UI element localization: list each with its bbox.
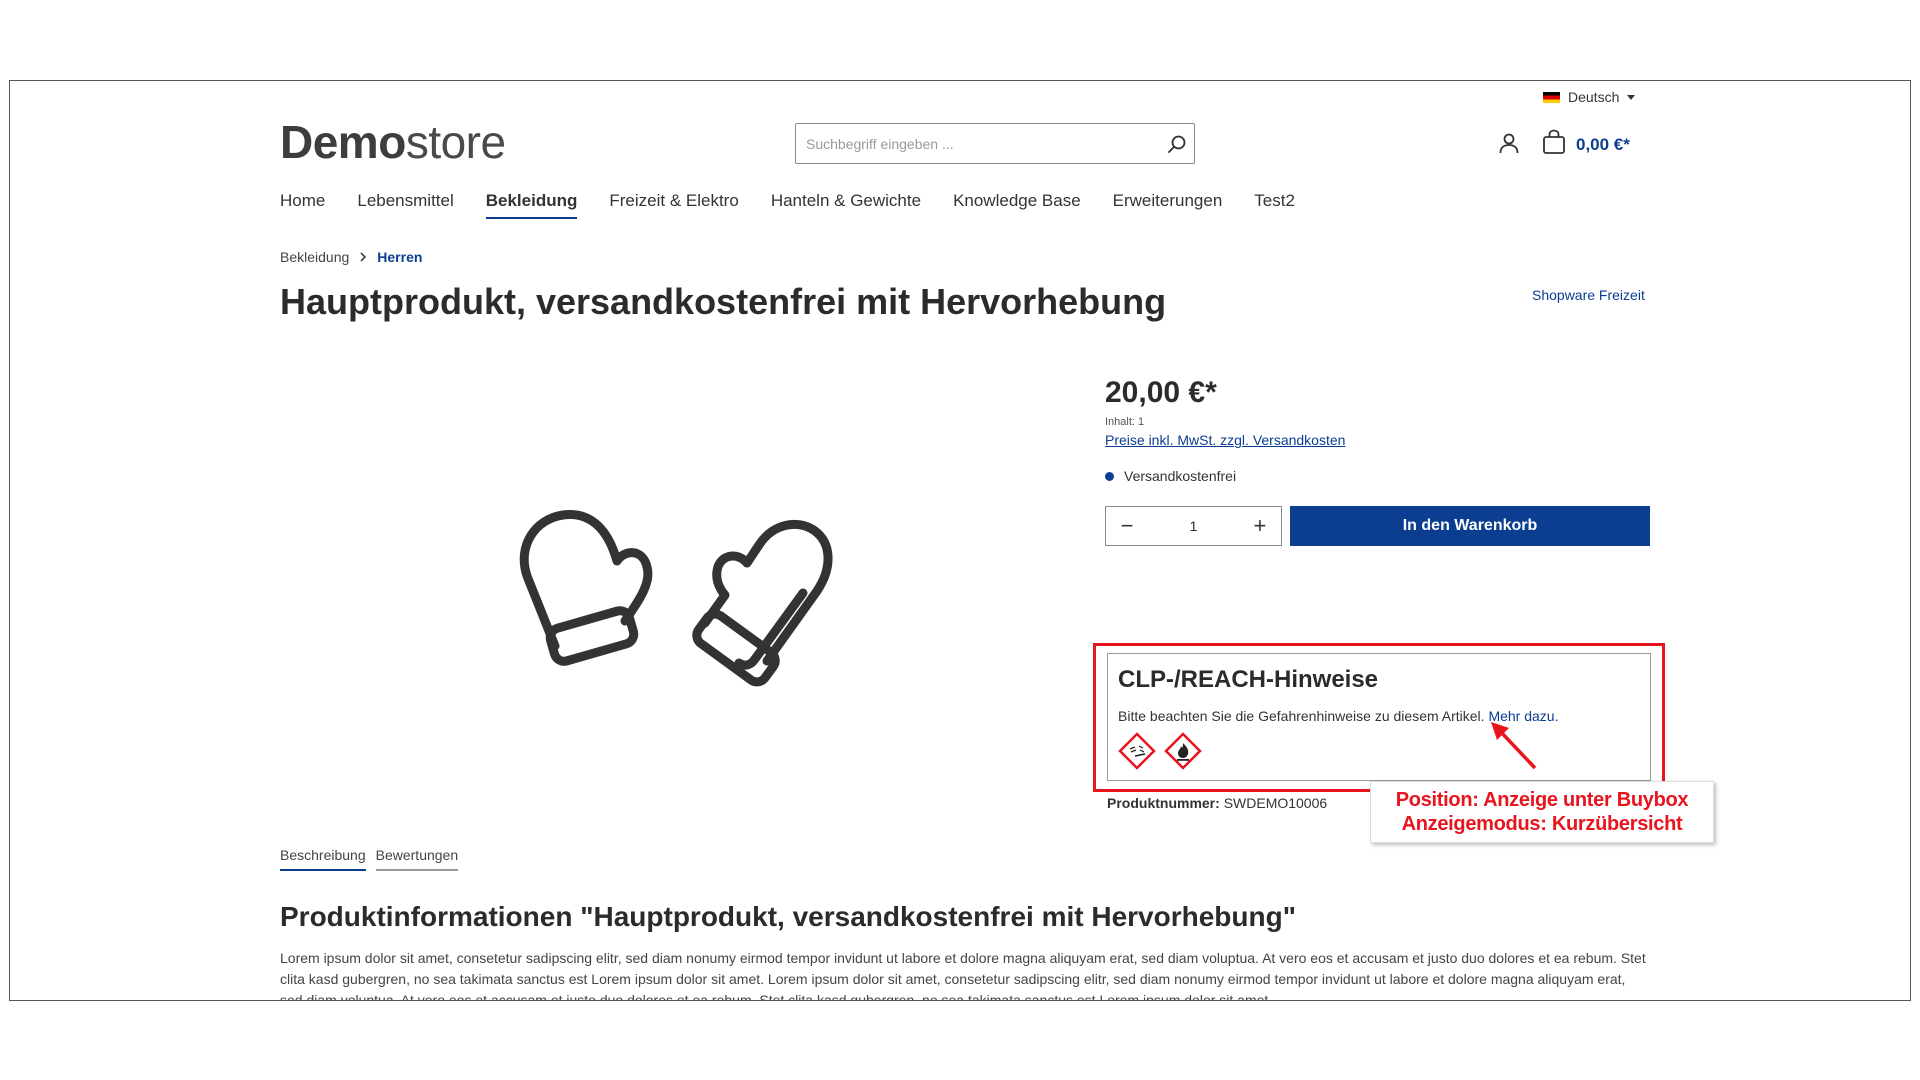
cart-icon [1542, 129, 1566, 160]
delivery-info: Versandkostenfrei [1105, 468, 1650, 484]
search-box [795, 123, 1195, 164]
german-flag-icon [1543, 91, 1560, 103]
product-tabs: Beschreibung Bewertungen [280, 847, 459, 871]
tax-shipping-link[interactable]: Preise inkl. MwSt. zzgl. Versandkosten [1105, 432, 1650, 448]
product-image[interactable] [515, 491, 835, 691]
nav-item-lebensmittel[interactable]: Lebensmittel [357, 191, 453, 219]
search-input[interactable] [796, 124, 1160, 163]
language-switcher[interactable]: Deutsch [1543, 89, 1636, 105]
description-text: Lorem ipsum dolor sit amet, consetetur s… [280, 950, 1646, 1001]
product-price: 20,00 €* [1105, 376, 1217, 409]
description-title: Produktinformationen "Hauptprodukt, vers… [280, 901, 1296, 932]
nav-item-bekleidung[interactable]: Bekleidung [485, 191, 578, 219]
add-to-cart-button[interactable]: In den Warenkorb [1290, 506, 1650, 546]
annotation-line-1: Position: Anzeige unter Buybox [1395, 789, 1689, 811]
account-icon[interactable] [1497, 131, 1521, 155]
quantity-value[interactable]: 1 [1190, 518, 1198, 534]
buy-row: − 1 + In den Warenkorb [1105, 506, 1650, 546]
buybox: 20,00 €* Inhalt: 1 Preise inkl. MwSt. zz… [1105, 376, 1650, 546]
nav-item-test2[interactable]: Test2 [1254, 191, 1295, 219]
product-number: Produktnummer: SWDEMO10006 [1107, 795, 1327, 811]
nav-item-knowledge-base[interactable]: Knowledge Base [953, 191, 1081, 219]
main-navigation: Home Lebensmittel Bekleidung Freizeit & … [280, 191, 1327, 219]
nav-item-erweiterungen[interactable]: Erweiterungen [1113, 191, 1223, 219]
product-number-value: SWDEMO10006 [1223, 795, 1328, 811]
hazard-pictograms [1118, 732, 1640, 770]
product-content: Inhalt: 1 [1105, 416, 1145, 428]
flammable-icon[interactable] [1164, 732, 1202, 770]
annotation-arrow-icon [1491, 722, 1537, 770]
tab-reviews[interactable]: Bewertungen [375, 847, 459, 871]
search-icon[interactable] [1160, 127, 1194, 161]
clp-heading: CLP-/REACH-Hinweise [1118, 666, 1379, 693]
clp-reach-box: CLP-/REACH-Hinweise Bitte beachten Sie d… [1107, 653, 1651, 781]
plus-icon[interactable]: + [1251, 515, 1269, 537]
delivery-label: Versandkostenfrei [1124, 468, 1237, 484]
product-title: Hauptprodukt, versandkostenfrei mit Herv… [280, 281, 1167, 322]
nav-item-freizeit-elektro[interactable]: Freizeit & Elektro [609, 191, 738, 219]
mittens-icon [519, 510, 833, 687]
clp-text: Bitte beachten Sie die Gefahrenhinweise … [1118, 708, 1485, 724]
manufacturer-link[interactable]: Shopware Freizeit [1532, 287, 1645, 303]
cart-button[interactable]: 0,00 €* [1542, 129, 1630, 160]
logo-bold: Demo [280, 116, 406, 168]
logo-thin: store [405, 116, 506, 168]
store-logo[interactable]: Demostore [280, 115, 506, 169]
delivery-status-dot [1105, 471, 1114, 481]
tab-description[interactable]: Beschreibung [280, 847, 366, 871]
nav-item-hanteln-gewichte[interactable]: Hanteln & Gewichte [771, 191, 921, 219]
breadcrumb-parent[interactable]: Bekleidung [280, 249, 349, 265]
breadcrumb: Bekleidung Herren [280, 249, 422, 265]
caret-down-icon [1627, 94, 1636, 100]
language-label: Deutsch [1568, 89, 1620, 105]
minus-icon[interactable]: − [1118, 515, 1136, 537]
quantity-stepper: − 1 + [1105, 506, 1282, 546]
product-number-label: Produktnummer: [1107, 795, 1220, 811]
chevron-right-icon [359, 249, 367, 265]
annotation-callout: Position: Anzeige unter Buybox Anzeigemo… [1370, 781, 1714, 843]
cart-total: 0,00 €* [1576, 134, 1630, 154]
corrosive-icon[interactable] [1118, 732, 1156, 770]
clp-text-row: Bitte beachten Sie die Gefahrenhinweise … [1118, 708, 1640, 724]
breadcrumb-current[interactable]: Herren [377, 249, 422, 265]
annotation-line-2: Anzeigemodus: Kurzübersicht [1401, 813, 1683, 835]
nav-item-home[interactable]: Home [280, 191, 325, 219]
screenshot-frame: Deutsch Demostore 0,00 €* Home Lebensmit… [9, 80, 1911, 1001]
